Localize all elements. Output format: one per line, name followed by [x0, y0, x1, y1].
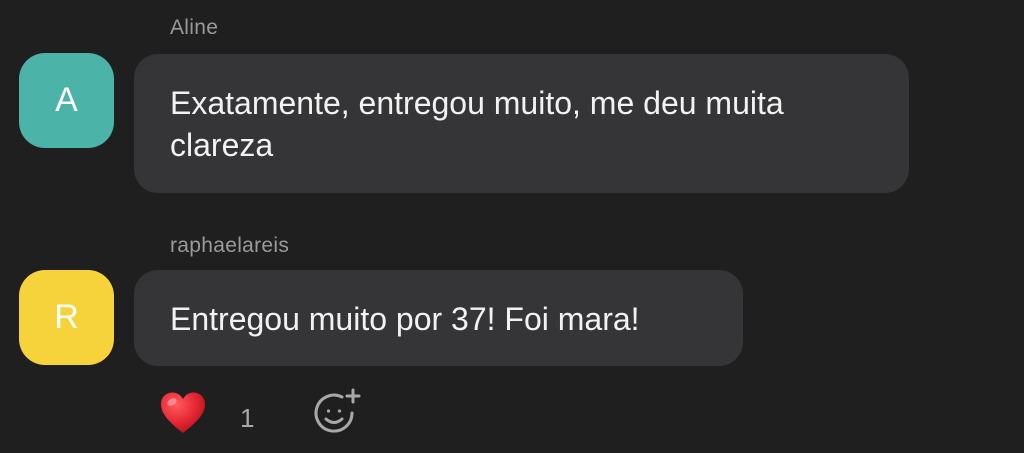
avatar-letter: A — [55, 81, 78, 119]
avatar[interactable]: A — [19, 53, 114, 148]
add-reaction-icon[interactable] — [312, 387, 364, 439]
reaction-count: 1 — [240, 403, 255, 433]
message-text-line: clareza — [170, 127, 274, 163]
message-text: Entregou muito por 37! Foi mara! — [170, 301, 640, 337]
heart-icon[interactable] — [159, 391, 207, 435]
message-text-line: Exatamente, entregou muito, me deu muita — [170, 85, 784, 121]
avatar[interactable]: R — [19, 270, 114, 365]
avatar-letter: R — [54, 298, 79, 336]
reactions-bar: 1 — [0, 385, 1024, 445]
chat-view: { "messages": [ { "author": "Aline", "av… — [0, 0, 1024, 453]
message-author[interactable]: raphaelareis — [170, 234, 289, 258]
message-bubble[interactable]: Entregou muito por 37! Foi mara! — [134, 270, 743, 366]
message-bubble[interactable]: Exatamente, entregou muito, me deu muita… — [134, 54, 909, 193]
message-author[interactable]: Aline — [170, 16, 218, 40]
